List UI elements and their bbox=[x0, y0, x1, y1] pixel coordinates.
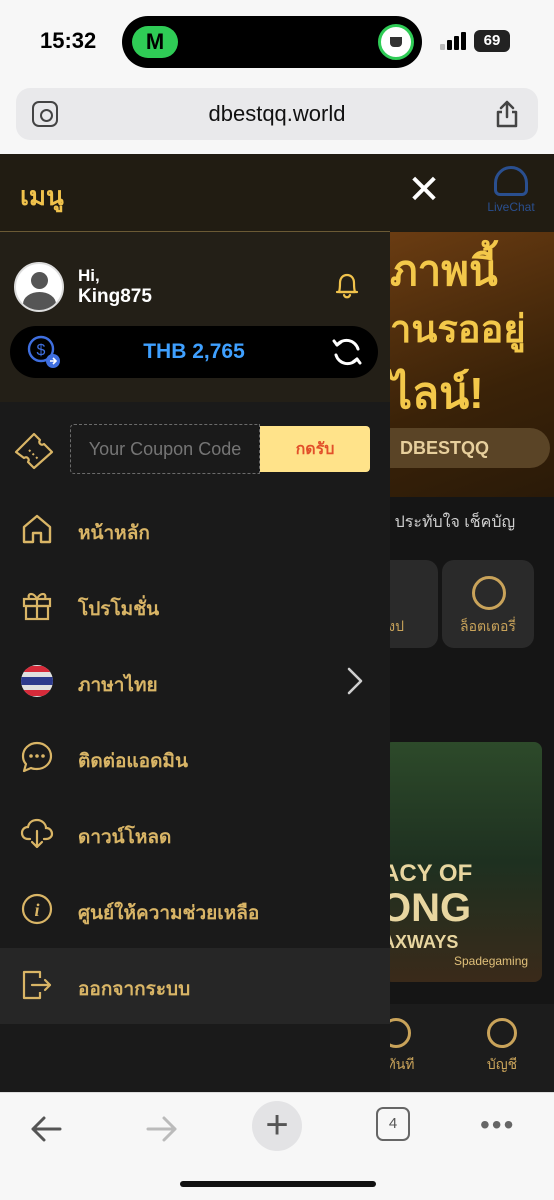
coupon-row: กดรับ bbox=[0, 402, 390, 498]
username: King875 bbox=[78, 286, 152, 307]
menu-label: ติดต่อแอดมิน bbox=[78, 751, 188, 772]
redeem-coupon-button[interactable]: กดรับ bbox=[260, 426, 370, 472]
bell-icon[interactable] bbox=[334, 272, 360, 300]
user-icon bbox=[487, 1018, 517, 1048]
menu-label: หน้าหลัก bbox=[78, 523, 150, 544]
menu-item-contact-admin[interactable]: ติดต่อแอดมิน bbox=[0, 720, 390, 796]
livechat-label: LiveChat bbox=[487, 200, 535, 214]
thai-flag-icon bbox=[21, 665, 53, 697]
menu-item-promotions[interactable]: โปรโมชั่น bbox=[0, 568, 390, 644]
coffee-cup-icon bbox=[378, 24, 414, 60]
menu-label: โปรโมชั่น bbox=[78, 599, 160, 620]
lottery-balls-icon bbox=[472, 576, 506, 610]
marquee-text: บ ประทับใจ เช็คบัญ bbox=[380, 514, 516, 531]
svg-text:i: i bbox=[34, 900, 39, 920]
tabs-button[interactable]: 4 bbox=[376, 1107, 410, 1141]
coupon-code-input[interactable] bbox=[70, 424, 260, 474]
avatar[interactable] bbox=[14, 262, 64, 312]
menu-item-download[interactable]: ดาวน์โหลด bbox=[0, 796, 390, 872]
app-m-icon: M bbox=[132, 26, 178, 58]
user-panel: Hi, King875 $ THB 2,765 bbox=[0, 232, 390, 402]
battery-icon: 69 bbox=[474, 30, 510, 52]
more-menu-icon[interactable]: ••• bbox=[480, 1109, 515, 1141]
cloud-download-icon bbox=[20, 818, 54, 849]
headset-icon bbox=[494, 166, 528, 196]
home-icon bbox=[22, 514, 52, 544]
banner-line-3: ไลน์! bbox=[390, 369, 484, 418]
menu-item-help-center[interactable]: i ศูนย์ให้ความช่วยเหลือ bbox=[0, 872, 390, 948]
menu-label: ออกจากระบบ bbox=[78, 979, 191, 1000]
chevron-right-icon bbox=[347, 667, 363, 695]
status-bar: 15:32 M 69 bbox=[0, 0, 554, 84]
game-card[interactable]: ACY OF ONG AXWAYS Spadegaming bbox=[380, 742, 542, 982]
banner-line-1: ภาพนี้ bbox=[390, 247, 498, 294]
banner-pill: DBESTQQ bbox=[370, 428, 550, 468]
banner-line-2: านรออยู่ bbox=[390, 309, 526, 351]
game-title-2: ONG bbox=[380, 886, 472, 930]
home-indicator bbox=[180, 1181, 376, 1187]
drawer-header: เมนู bbox=[0, 154, 390, 232]
ticket-icon bbox=[14, 432, 54, 470]
back-arrow-icon[interactable] bbox=[28, 1109, 64, 1149]
chat-icon bbox=[21, 741, 53, 773]
menu-label: ดาวน์โหลด bbox=[78, 827, 172, 848]
side-menu-drawer: เมนู Hi, King875 $ THB 2,765 Your Coupon… bbox=[0, 154, 390, 1092]
menu-label: ภาษาไทย bbox=[78, 675, 158, 696]
share-icon[interactable] bbox=[494, 100, 520, 128]
menu-item-logout[interactable]: ออกจากระบบ bbox=[0, 948, 390, 1024]
nav-item-account[interactable]: บัญชี bbox=[462, 1018, 542, 1076]
game-title-1: ACY OF bbox=[382, 860, 473, 887]
menu-label: ศูนย์ให้ความช่วยเหลือ bbox=[78, 903, 260, 924]
balance-amount: THB 2,765 bbox=[143, 340, 245, 363]
gift-icon bbox=[22, 592, 52, 621]
livechat-button[interactable]: LiveChat bbox=[478, 166, 544, 214]
game-title-3: AXWAYS bbox=[382, 932, 459, 952]
close-menu-button[interactable]: ✕ bbox=[406, 170, 442, 210]
browser-toolbar: + 4 ••• bbox=[0, 1092, 554, 1200]
signal-icon bbox=[440, 32, 468, 50]
menu-item-language[interactable]: ภาษาไทย bbox=[0, 644, 390, 720]
category-lottery[interactable]: ล็อตเตอรี่ bbox=[442, 560, 534, 648]
info-icon: i bbox=[21, 893, 53, 925]
clock: 15:32 bbox=[40, 28, 97, 53]
refresh-icon[interactable] bbox=[330, 335, 364, 369]
dynamic-island: M bbox=[122, 16, 422, 68]
nav-label: บัญชี bbox=[486, 1056, 518, 1072]
balance-bar: $ THB 2,765 bbox=[10, 326, 378, 378]
provider-label: Spadegaming bbox=[454, 954, 529, 968]
greeting-text: Hi, bbox=[78, 266, 100, 285]
forward-arrow-icon[interactable] bbox=[144, 1109, 180, 1149]
category-label: ล็อตเตอรี่ bbox=[460, 618, 516, 634]
address-bar[interactable]: dbestqq.world bbox=[16, 88, 538, 140]
new-tab-button[interactable]: + bbox=[252, 1101, 302, 1151]
logout-icon bbox=[22, 970, 52, 1000]
drawer-title: เมนู bbox=[20, 181, 64, 211]
promo-banner[interactable]: ภาพนี้ านรออยู่ ไลน์! DBESTQQ bbox=[370, 232, 554, 497]
url-text[interactable]: dbestqq.world bbox=[16, 101, 538, 127]
menu-item-home[interactable]: หน้าหลัก bbox=[0, 492, 390, 568]
